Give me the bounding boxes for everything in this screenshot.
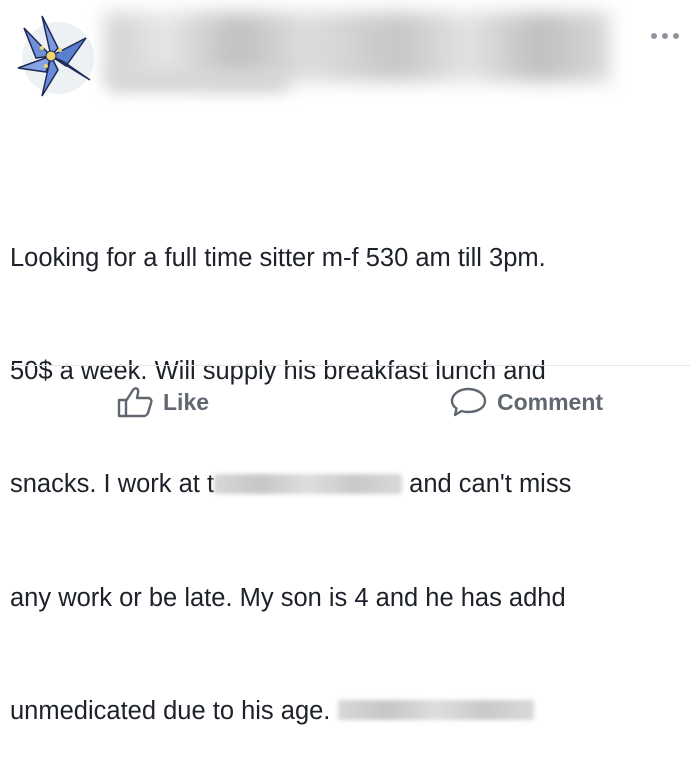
comment-label: Comment [497, 388, 604, 415]
redacted-text-block [337, 700, 534, 721]
post-body: Looking for a full time sitter m-f 530 a… [10, 164, 700, 769]
author-avatar[interactable] [6, 8, 96, 100]
post-text-fragment: snacks. I work at t [10, 470, 215, 499]
more-options-button[interactable] [645, 26, 685, 46]
post-meta-redacted [108, 70, 288, 92]
post-text-fragment: Looking for a full time sitter m-f 530 a… [10, 243, 546, 272]
post-line: snacks. I work at t and can't miss [10, 466, 700, 504]
post-line: Looking for a full time sitter m-f 530 a… [10, 240, 700, 278]
like-label: Like [163, 388, 210, 415]
post-text-fragment: unmedicated due to his age. [10, 697, 331, 726]
post-text-fragment: any work or be late. My son is 4 and he … [10, 583, 566, 612]
post-text-fragment: and can't miss [409, 470, 572, 499]
post-line: any work or be late. My son is 4 and he … [10, 580, 700, 618]
thumbs-up-icon [117, 387, 153, 418]
like-button[interactable]: Like [116, 386, 209, 418]
redacted-text-block [214, 473, 403, 494]
action-divider [10, 365, 690, 366]
comment-button[interactable]: Comment [450, 386, 603, 418]
more-options-icon [651, 33, 679, 39]
blue-flower-avatar-icon [6, 8, 96, 100]
post-text-fragment: 50$ a week. Will supply his breakfast lu… [10, 356, 546, 385]
post-line: unmedicated due to his age. [10, 693, 700, 731]
speech-bubble-icon [450, 387, 487, 417]
